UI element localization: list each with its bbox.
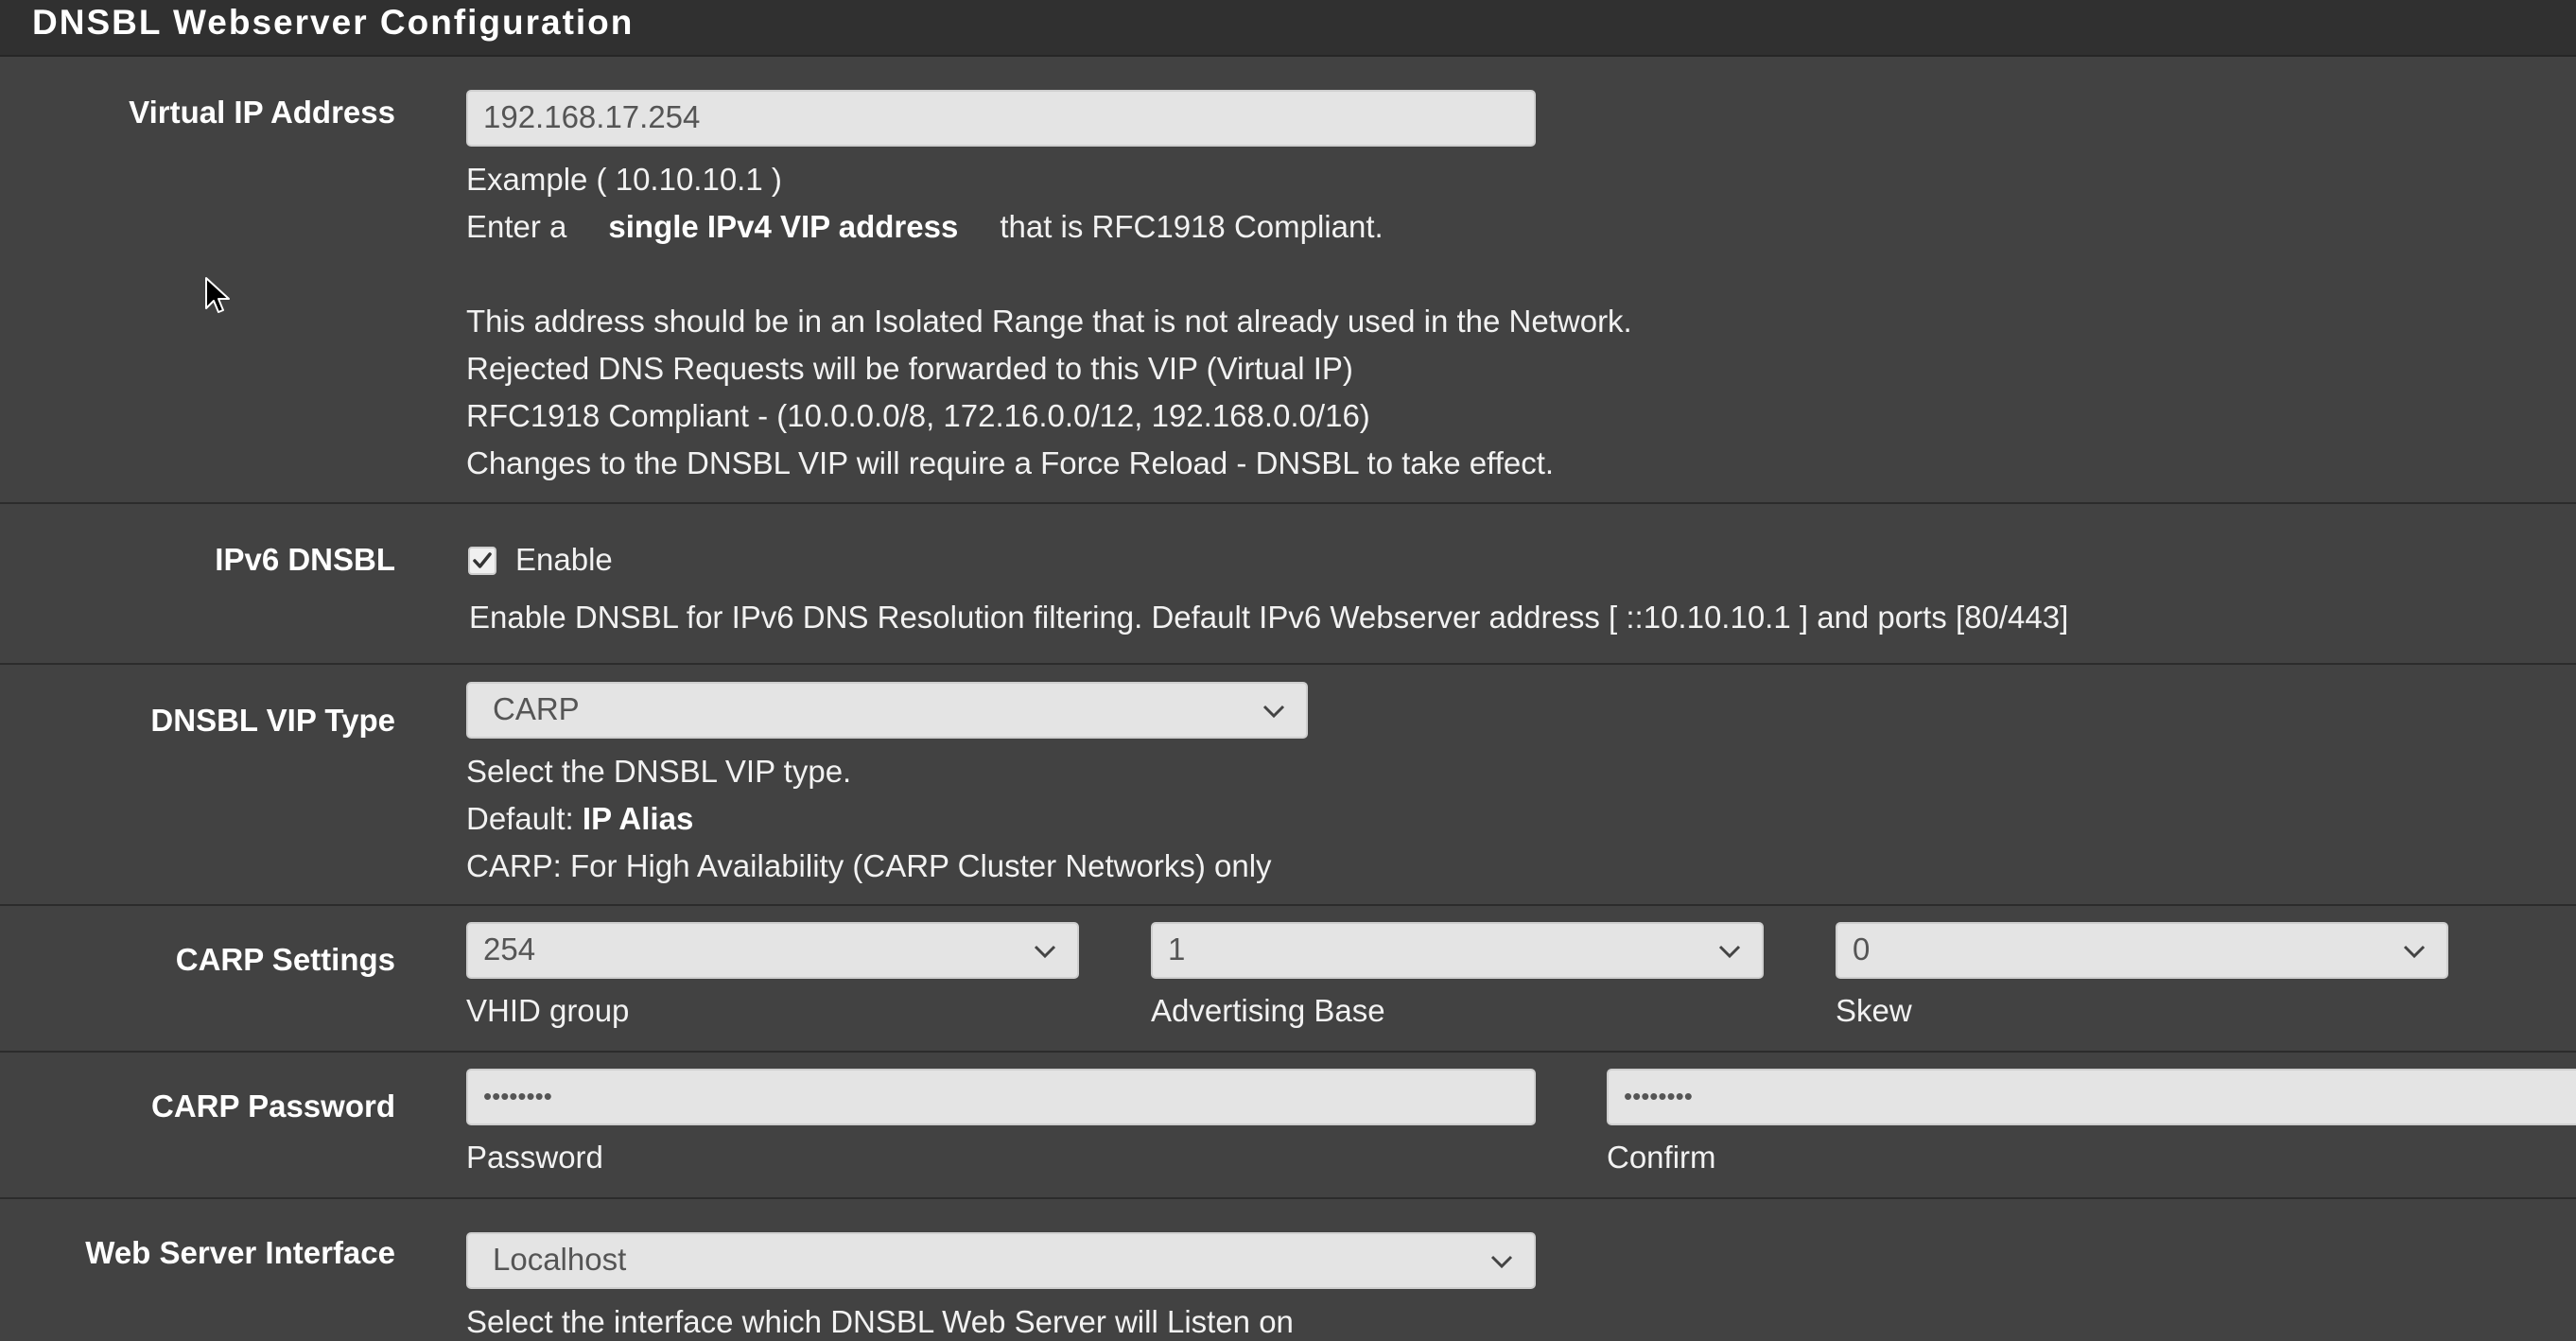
enter-bold: single IPv4 VIP address [608,209,959,244]
advertising-base-select[interactable]: 1 [1151,922,1764,979]
vip-type-default-prefix: Default: [466,801,574,836]
carp-password-caption: Password [466,1140,603,1175]
carp-password-label: CARP Password [151,1088,395,1123]
carp-password-confirm-input[interactable]: •••••••• [1607,1069,2576,1125]
virtual-ip-label: Virtual IP Address [129,95,395,130]
carp-password-value: •••••••• [483,1082,552,1110]
mouse-pointer-icon [205,277,230,313]
skew-label: Skew [1836,993,1912,1028]
enter-suffix: that is RFC1918 Compliant. [1000,209,1384,244]
vip-type-label: DNSBL VIP Type [150,703,395,738]
vip-type-default-value: IP Alias [582,801,694,836]
carp-password-confirm-caption: Confirm [1607,1140,1716,1175]
row-carp-password: CARP Password •••••••• Password ••••••••… [0,1053,2576,1199]
skew-select[interactable]: 0 [1836,922,2448,979]
row-virtual-ip: Virtual IP Address 192.168.17.254 Exampl… [0,57,2576,504]
row-web-server-interface: Web Server Interface Localhost Select th… [0,1199,2576,1339]
virtual-ip-example: Example ( 10.10.10.1 ) [466,162,782,197]
virtual-ip-input[interactable]: 192.168.17.254 [466,90,1536,147]
carp-password-confirm-value: •••••••• [1624,1082,1693,1110]
virtual-ip-note-3: RFC1918 Compliant - (10.0.0.0/8, 172.16.… [466,398,1370,433]
panel-title: DNSBL Webserver Configuration [32,3,635,42]
vip-type-help-2: Default: IP Alias [466,800,693,838]
vhid-group-value: 254 [483,932,536,967]
vip-type-select[interactable]: CARP [466,682,1308,739]
chevron-down-icon [1262,705,1285,719]
skew-value: 0 [1853,932,1871,967]
vhid-group-label: VHID group [466,993,630,1028]
web-server-interface-select[interactable]: Localhost [466,1232,1536,1289]
enter-prefix: Enter a [466,209,567,244]
vip-type-help-3: CARP: For High Availability (CARP Cluste… [466,848,1272,883]
virtual-ip-note-4: Changes to the DNSBL VIP will require a … [466,445,1555,480]
check-icon [473,552,492,568]
chevron-down-icon [1718,945,1741,959]
advertising-base-value: 1 [1168,932,1186,967]
ipv6-help: Enable DNSBL for IPv6 DNS Resolution fil… [469,600,2069,635]
row-ipv6-dnsbl: IPv6 DNSBL Enable Enable DNSBL for IPv6 … [0,504,2576,665]
chevron-down-icon [1490,1255,1513,1269]
virtual-ip-enter-help: Enter a single IPv4 VIP address that is RF… [466,208,1384,246]
web-server-interface-help: Select the interface which DNSBL Web Ser… [466,1304,1294,1339]
chevron-down-icon [2403,945,2426,959]
advertising-base-label: Advertising Base [1151,993,1385,1028]
virtual-ip-value: 192.168.17.254 [483,99,701,134]
ipv6-dnsbl-label: IPv6 DNSBL [215,542,395,577]
panel-heading: DNSBL Webserver Configuration [0,0,2576,57]
ipv6-enable-checkbox[interactable] [468,547,496,575]
vip-type-help-1: Select the DNSBL VIP type. [466,754,852,789]
virtual-ip-note-1: This address should be in an Isolated Ra… [466,304,1632,339]
vip-type-value: CARP [493,691,580,726]
row-vip-type: DNSBL VIP Type CARP Select the DNSBL VIP… [0,665,2576,906]
web-server-interface-value: Localhost [493,1242,627,1277]
carp-settings-label: CARP Settings [175,942,395,977]
vhid-group-select[interactable]: 254 [466,922,1079,979]
ipv6-enable-label: Enable [515,542,613,577]
carp-password-input[interactable]: •••••••• [466,1069,1536,1125]
row-carp-settings: CARP Settings 254 VHID group 1 Advertisi… [0,906,2576,1053]
chevron-down-icon [1034,945,1056,959]
virtual-ip-note-2: Rejected DNS Requests will be forwarded … [466,351,1353,386]
web-server-interface-label: Web Server Interface [85,1235,395,1270]
